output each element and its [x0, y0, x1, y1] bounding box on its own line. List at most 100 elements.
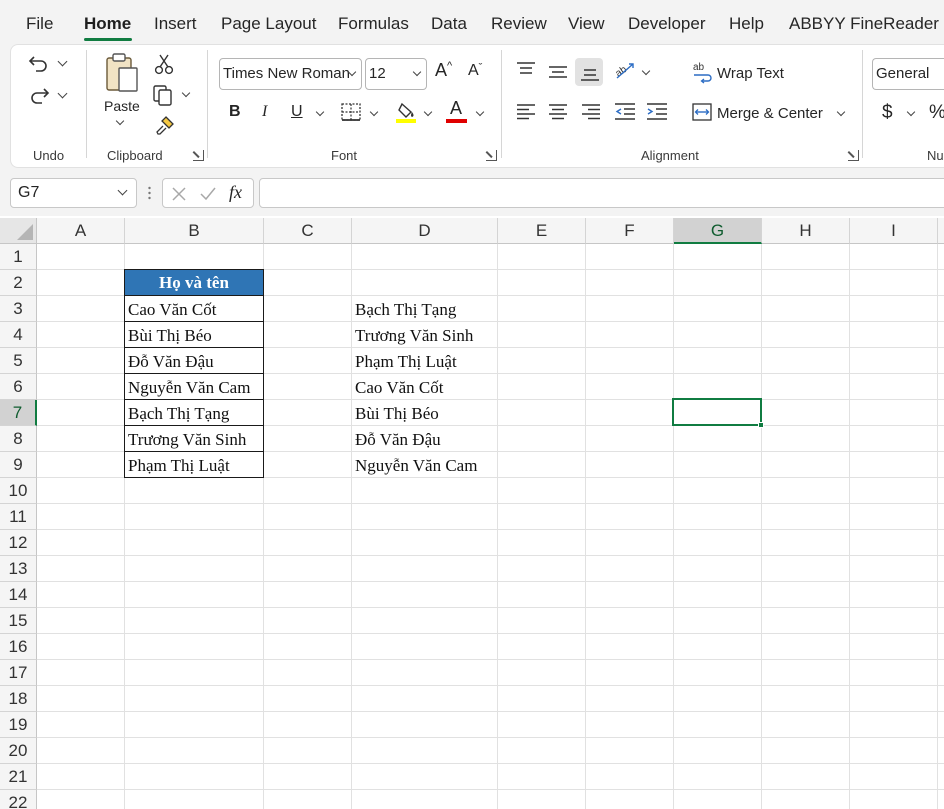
column-header-next[interactable] [938, 218, 944, 244]
cell-b9[interactable]: Phạm Thị Luật [124, 451, 264, 478]
cut-icon[interactable] [154, 53, 174, 75]
decrease-indent-icon[interactable] [614, 103, 636, 121]
clipboard-launcher-icon[interactable] [193, 150, 204, 161]
paste-label[interactable]: Paste [104, 98, 140, 114]
tab-help[interactable]: Help [729, 14, 764, 34]
tab-file[interactable]: File [26, 14, 53, 34]
row-header-14[interactable]: 14 [0, 582, 37, 608]
percent-format-button[interactable]: % [929, 102, 944, 124]
name-box[interactable]: G7 [10, 178, 137, 208]
tab-data[interactable]: Data [431, 14, 467, 34]
row-header-20[interactable]: 20 [0, 738, 37, 764]
row-header-2[interactable]: 2 [0, 270, 37, 296]
currency-format-button[interactable]: $ [882, 102, 893, 124]
cell-b8[interactable]: Trương Văn Sinh [124, 425, 264, 452]
row-header-21[interactable]: 21 [0, 764, 37, 790]
row-header-1[interactable]: 1 [0, 244, 37, 270]
column-header-d[interactable]: D [352, 218, 498, 244]
orientation-icon[interactable]: ab [613, 60, 637, 82]
align-right-icon[interactable] [581, 104, 601, 120]
align-left-icon[interactable] [516, 104, 536, 120]
cell-d6[interactable]: Cao Văn Cốt [352, 374, 498, 400]
column-header-a[interactable]: A [37, 218, 125, 244]
wrap-text-button[interactable]: Wrap Text [717, 65, 784, 82]
row-header-4[interactable]: 4 [0, 322, 37, 348]
active-cell-selection[interactable] [672, 398, 762, 426]
formula-input[interactable] [259, 178, 944, 208]
row-header-9[interactable]: 9 [0, 452, 37, 478]
cell-d8[interactable]: Đỗ Văn Đậu [352, 426, 498, 452]
number-format-combo[interactable]: General [872, 58, 944, 90]
cell-d5[interactable]: Phạm Thị Luật [352, 348, 498, 374]
cell-d3[interactable]: Bạch Thị Tạng [352, 296, 498, 322]
wrap-text-icon[interactable]: ab [692, 60, 714, 84]
tab-formulas[interactable]: Formulas [338, 14, 409, 34]
cell-b4[interactable]: Bùi Thị Béo [124, 321, 264, 348]
row-header-17[interactable]: 17 [0, 660, 37, 686]
underline-button[interactable]: U [291, 103, 303, 121]
cell-b5[interactable]: Đỗ Văn Đậu [124, 347, 264, 374]
font-launcher-icon[interactable] [486, 150, 497, 161]
paste-icon[interactable] [104, 52, 140, 94]
row-header-18[interactable]: 18 [0, 686, 37, 712]
increase-indent-icon[interactable] [646, 103, 668, 121]
copy-icon[interactable] [152, 84, 176, 106]
fill-color-icon[interactable] [395, 100, 419, 124]
insert-function-button[interactable]: fx [229, 182, 242, 203]
spreadsheet-grid[interactable]: A B C D E F G H I 1 2 3 4 5 6 7 8 9 10 11 12 13 14 15 16 17 18 19 20… [0, 218, 944, 809]
row-header-3[interactable]: 3 [0, 296, 37, 322]
bold-button[interactable]: B [229, 103, 241, 121]
align-center-icon[interactable] [548, 104, 568, 120]
formula-bar-grip-icon[interactable] [148, 185, 151, 201]
increase-font-size-button[interactable]: A^ [435, 60, 452, 81]
tab-review[interactable]: Review [491, 14, 547, 34]
column-header-c[interactable]: C [264, 218, 352, 244]
column-header-h[interactable]: H [762, 218, 850, 244]
row-header-8[interactable]: 8 [0, 426, 37, 452]
column-header-f[interactable]: F [586, 218, 674, 244]
italic-button[interactable]: I [262, 103, 267, 121]
merge-center-icon[interactable] [692, 103, 712, 121]
merge-center-button[interactable]: Merge & Center [717, 105, 823, 122]
row-header-19[interactable]: 19 [0, 712, 37, 738]
row-header-6[interactable]: 6 [0, 374, 37, 400]
cell-b7[interactable]: Bạch Thị Tạng [124, 399, 264, 426]
fill-handle[interactable] [758, 422, 764, 428]
cell-b6[interactable]: Nguyễn Văn Cam [124, 373, 264, 400]
tab-home[interactable]: Home [84, 14, 131, 34]
format-painter-icon[interactable] [154, 114, 176, 136]
cell-d9[interactable]: Nguyễn Văn Cam [352, 452, 498, 478]
row-header-13[interactable]: 13 [0, 556, 37, 582]
column-header-g[interactable]: G [674, 218, 762, 244]
decrease-font-size-button[interactable]: Aˇ [468, 62, 482, 80]
row-header-10[interactable]: 10 [0, 478, 37, 504]
column-header-e[interactable]: E [498, 218, 586, 244]
font-size-combo[interactable]: 12 [365, 58, 427, 90]
row-header-5[interactable]: 5 [0, 348, 37, 374]
font-size-dropdown-icon[interactable] [412, 67, 422, 77]
row-header-7[interactable]: 7 [0, 400, 37, 426]
tab-page-layout[interactable]: Page Layout [221, 14, 316, 34]
font-name-combo[interactable]: Times New Roman [219, 58, 362, 90]
tab-abbyy[interactable]: ABBYY FineReader 12 [789, 14, 944, 34]
row-header-22[interactable]: 22 [0, 790, 37, 809]
undo-icon[interactable] [28, 52, 50, 74]
redo-icon[interactable] [28, 84, 50, 106]
column-header-i[interactable]: I [850, 218, 938, 244]
alignment-launcher-icon[interactable] [848, 150, 859, 161]
name-box-dropdown-icon[interactable] [117, 185, 128, 196]
cell-d4[interactable]: Trương Văn Sinh [352, 322, 498, 348]
cell-d7[interactable]: Bùi Thị Béo [352, 400, 498, 426]
row-header-11[interactable]: 11 [0, 504, 37, 530]
cell-b2-header[interactable]: Họ và tên [124, 269, 264, 296]
top-align-icon[interactable] [516, 62, 536, 78]
select-all-corner[interactable] [0, 218, 37, 244]
row-header-16[interactable]: 16 [0, 634, 37, 660]
font-color-button[interactable]: A [450, 98, 462, 119]
tab-developer[interactable]: Developer [628, 14, 706, 34]
borders-icon[interactable] [340, 102, 362, 122]
tab-view[interactable]: View [568, 14, 605, 34]
row-header-15[interactable]: 15 [0, 608, 37, 634]
cell-b3[interactable]: Cao Văn Cốt [124, 295, 264, 322]
row-header-12[interactable]: 12 [0, 530, 37, 556]
